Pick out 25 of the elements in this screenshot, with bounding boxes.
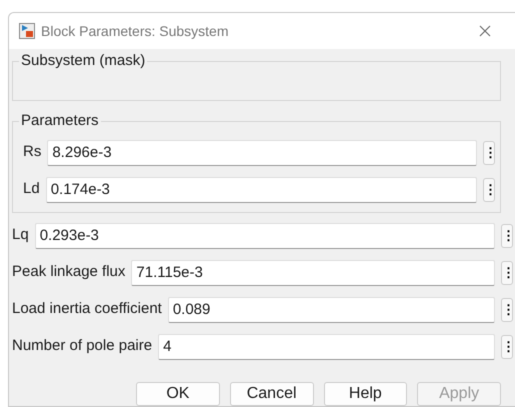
field-label: Rs [23,142,42,162]
field-label: Load inertia coefficient [12,299,162,320]
input-field[interactable]: 71.115e-3 [131,260,495,286]
input-field[interactable]: 0.174e-3 [46,176,477,202]
menu-button[interactable]: ⋮ [483,140,495,164]
menu-button[interactable]: ⋮ [501,334,513,358]
field-label: Number of pole paire [12,336,152,356]
close-icon[interactable] [479,25,491,37]
menu-button[interactable]: ⋮ [501,298,513,322]
field-label: Lq [12,225,29,246]
menu-button[interactable]: ⋮ [483,178,495,202]
menu-button[interactable]: ⋮ [501,260,513,284]
block-icon [19,23,35,39]
menu-button[interactable]: ⋮ [501,224,513,248]
input-field[interactable]: 4 [158,334,495,360]
dialog-button[interactable]: OK [136,382,220,406]
field-label: Ld [23,179,40,200]
input-field[interactable]: 8.296e-3 [47,140,477,166]
input-field[interactable]: 0.089 [168,296,495,322]
dialog-button[interactable]: Cancel [230,382,314,406]
input-field[interactable]: 0.293e-3 [34,222,495,248]
field-label: Peak linkage flux [12,262,126,282]
group-title: Subsystem (mask) [19,52,148,70]
window-title: Block Parameters: Subsystem [41,22,229,41]
dialog-button[interactable]: Help [324,382,408,406]
